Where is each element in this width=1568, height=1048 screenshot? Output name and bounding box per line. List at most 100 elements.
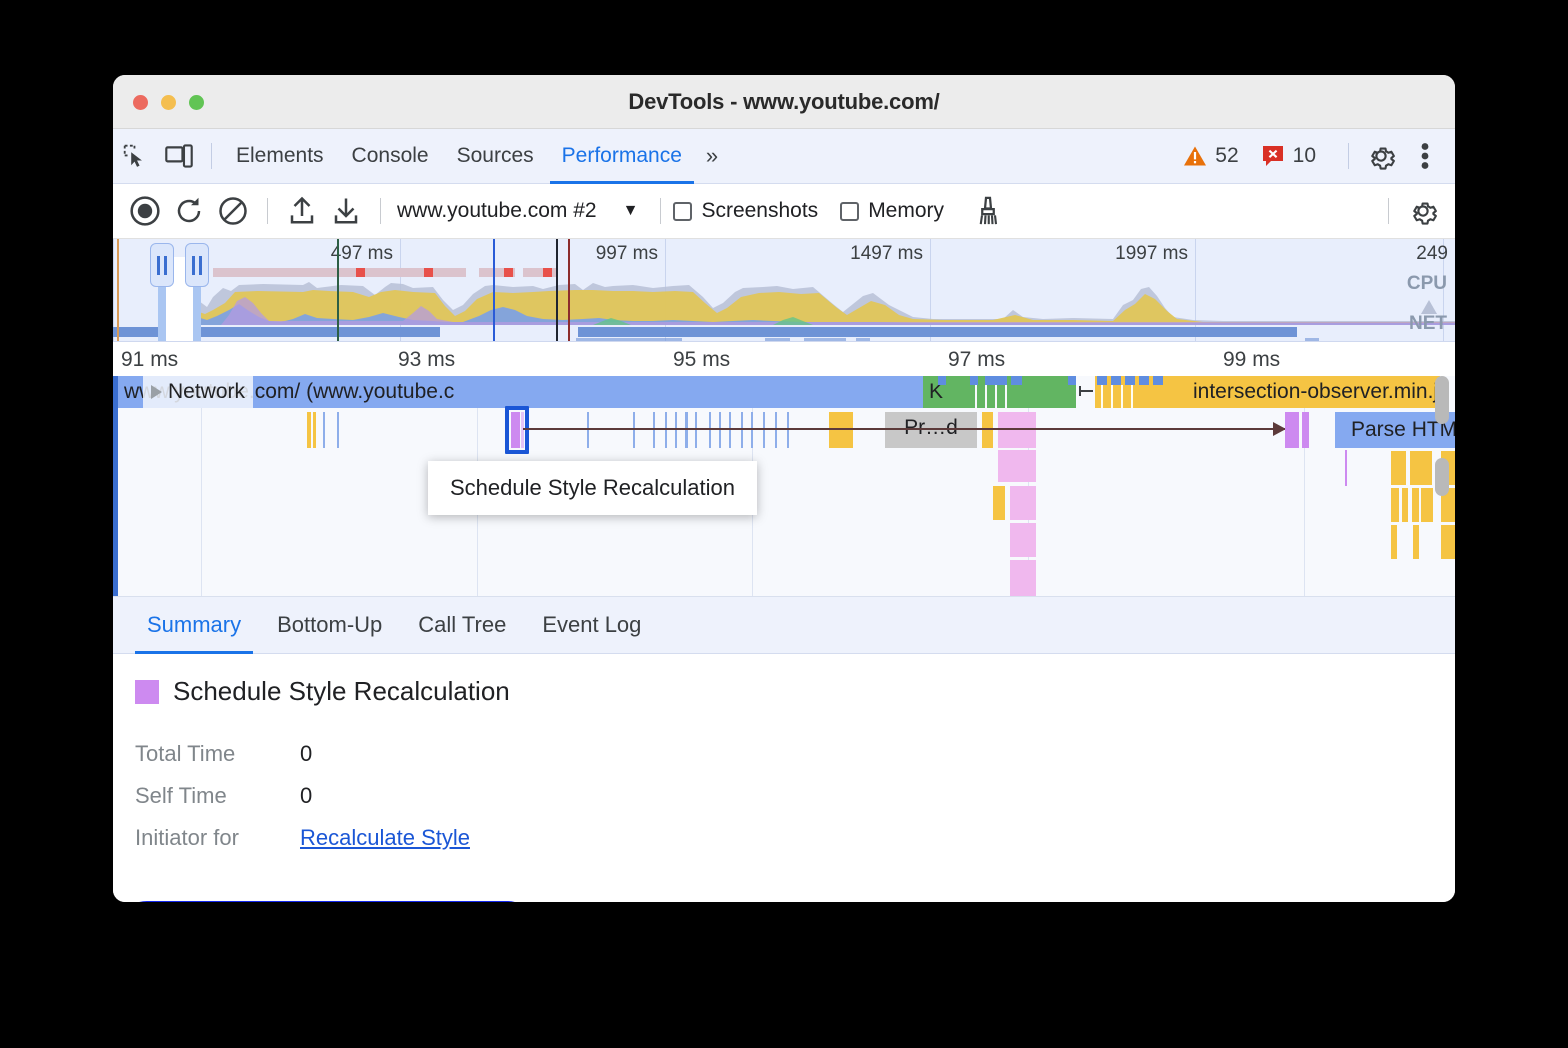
flame-event-child[interactable]: [1391, 451, 1406, 485]
tab-console[interactable]: Console: [338, 129, 443, 184]
self-time-value: 0: [300, 783, 312, 809]
error-count: 10: [1293, 144, 1316, 168]
detail-tab-strip: Summary Bottom-Up Call Tree Event Log: [113, 597, 1455, 654]
flame-chart-rows[interactable]: www.youtube.com/ (www.youtube.c K inters…: [113, 376, 1455, 596]
flame-event-child[interactable]: [1402, 488, 1408, 522]
error-counter[interactable]: 10: [1261, 144, 1316, 168]
timeline-overview[interactable]: 497 ms 997 ms 1497 ms 1997 ms 249: [113, 239, 1455, 342]
flame-vertical-scrollbar-thumb-bottom[interactable]: [1435, 458, 1449, 496]
counter-divider: [1348, 143, 1349, 169]
gear-icon[interactable]: [1359, 134, 1403, 178]
error-badge-icon: [1261, 144, 1285, 168]
devtools-tab-strip: Elements Console Sources Performance » 5…: [113, 129, 1455, 184]
flame-event-child[interactable]: [1410, 451, 1432, 485]
overview-marker-red: [568, 239, 570, 341]
overview-resize-handle-right[interactable]: [185, 243, 209, 287]
kebab-menu-icon[interactable]: [1403, 134, 1447, 178]
collect-garbage-icon[interactable]: [966, 189, 1010, 233]
network-group-toggle[interactable]: Network: [143, 376, 253, 408]
cpu-peak-marker-icon: [1420, 299, 1438, 315]
flame-event-recalc-1[interactable]: [998, 412, 1036, 448]
memory-label: Memory: [868, 199, 944, 223]
total-time-label: Total Time: [135, 741, 300, 767]
summary-header: Schedule Style Recalculation: [135, 676, 1455, 707]
overview-resize-handle-left[interactable]: [150, 243, 174, 287]
gear-icon[interactable]: [1401, 189, 1445, 233]
tab-summary[interactable]: Summary: [129, 597, 259, 654]
download-profile-icon[interactable]: [324, 189, 368, 233]
initiator-link[interactable]: Recalculate Style: [300, 825, 470, 851]
more-tabs-button[interactable]: »: [696, 143, 726, 169]
window-title: DevTools - www.youtube.com/: [113, 89, 1455, 115]
total-time-value: 0: [300, 741, 312, 767]
overview-cpu-label: CPU: [1407, 273, 1447, 295]
warning-triangle-icon: [1183, 145, 1207, 167]
flame-event-recalculate-style-2[interactable]: [1302, 412, 1309, 448]
toolbar-divider: [660, 198, 661, 224]
event-tooltip-text: Schedule Style Recalculation: [450, 475, 735, 500]
event-tooltip: Schedule Style Recalculation: [428, 461, 757, 515]
flame-vertical-scrollbar-thumb-top[interactable]: [1435, 376, 1449, 424]
session-select[interactable]: www.youtube.com #2 ▼: [397, 199, 638, 223]
overview-net-label: NET: [1409, 313, 1447, 335]
overview-tick-3: 1997 ms: [1075, 243, 1188, 265]
flame-event-script-block[interactable]: [829, 412, 853, 448]
flame-chart-ruler: 91 ms 93 ms 95 ms 97 ms 99 ms: [113, 342, 1455, 376]
session-label: www.youtube.com #2: [397, 199, 597, 223]
tab-performance[interactable]: Performance: [548, 129, 696, 184]
clear-no-entry-icon[interactable]: [211, 189, 255, 233]
flame-event-script-block-4[interactable]: [999, 486, 1005, 520]
chevron-right-icon: [151, 385, 162, 399]
issue-counters: 52 10: [1183, 134, 1455, 178]
flame-event-child[interactable]: [1413, 525, 1419, 559]
flame-event-recalc-2[interactable]: [998, 450, 1036, 482]
toolbar-divider: [211, 143, 212, 169]
flame-event-child[interactable]: [1391, 525, 1397, 559]
tab-event-log-label: Event Log: [542, 612, 641, 638]
summary-row-initiator: Initiator for Recalculate Style: [135, 817, 1455, 859]
flame-event-recalc-5[interactable]: [1010, 560, 1036, 597]
record-circle-icon[interactable]: [123, 189, 167, 233]
flame-chart[interactable]: 91 ms 93 ms 95 ms 97 ms 99 ms www.youtub…: [113, 342, 1455, 597]
warning-counter[interactable]: 52: [1183, 144, 1238, 168]
memory-checkbox[interactable]: Memory: [840, 199, 944, 223]
reload-record-icon[interactable]: [167, 189, 211, 233]
tab-bottom-up[interactable]: Bottom-Up: [259, 597, 400, 654]
flame-event-script-block-2[interactable]: [982, 412, 993, 448]
upload-profile-icon[interactable]: [280, 189, 324, 233]
flame-event-recalculate-style[interactable]: [1285, 412, 1299, 448]
overview-marker-dark: [556, 239, 558, 341]
chevron-down-icon: ▼: [623, 202, 639, 220]
selected-event-outline: [505, 406, 529, 454]
inspect-element-icon[interactable]: [113, 134, 157, 178]
tab-sources[interactable]: Sources: [443, 129, 548, 184]
flame-event-child[interactable]: [1441, 525, 1455, 559]
tab-performance-label: Performance: [562, 144, 682, 168]
network-group-label-text: Network: [168, 380, 245, 404]
flame-event-recalc-4[interactable]: [1010, 523, 1036, 557]
overview-tick-4: 249: [1393, 243, 1448, 265]
screenshots-label: Screenshots: [701, 199, 818, 223]
checkbox-box: [673, 202, 692, 221]
flame-tick-3: 97 ms: [948, 348, 1005, 372]
flame-event-recalc-3[interactable]: [1010, 486, 1036, 520]
overview-handle-stem-right: [193, 287, 201, 341]
tab-event-log[interactable]: Event Log: [524, 597, 659, 654]
device-toolbar-icon[interactable]: [157, 134, 201, 178]
flame-event-parse[interactable]: Pr…d: [885, 412, 977, 448]
flame-event-child[interactable]: [1412, 488, 1419, 522]
tab-console-label: Console: [352, 144, 429, 168]
tab-call-tree[interactable]: Call Tree: [400, 597, 524, 654]
cpu-area-chart: [113, 275, 1455, 325]
overview-handle-stem-left: [158, 287, 166, 341]
toolbar-divider: [380, 198, 381, 224]
toolbar-right-group: [1376, 189, 1455, 233]
flame-event-child[interactable]: [1427, 488, 1433, 522]
tab-elements[interactable]: Elements: [222, 129, 338, 184]
tab-sources-label: Sources: [457, 144, 534, 168]
screenshots-checkbox[interactable]: Screenshots: [673, 199, 818, 223]
overview-marker-orange: [117, 239, 119, 341]
flame-event-child[interactable]: [1391, 488, 1399, 522]
tab-call-tree-label: Call Tree: [418, 612, 506, 638]
toolbar-divider: [1388, 198, 1389, 224]
